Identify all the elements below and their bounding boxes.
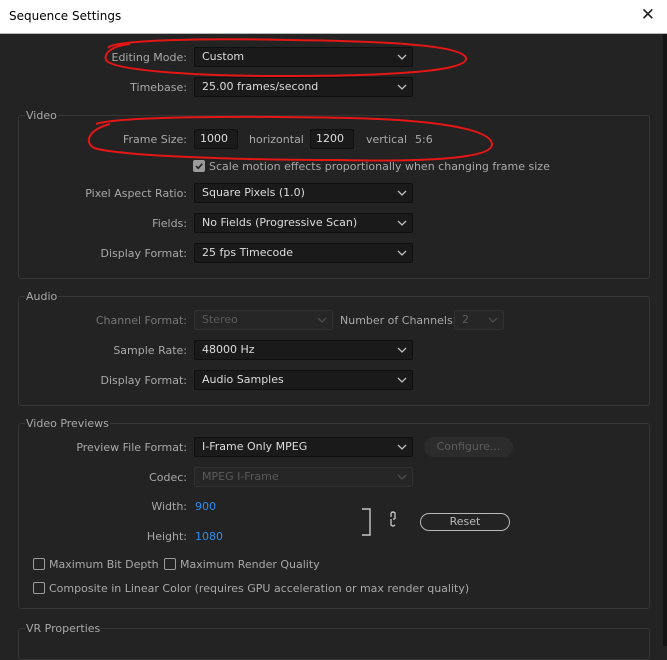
chevron-down-icon — [395, 48, 409, 66]
video-section-title: Video — [25, 109, 58, 122]
editing-mode-value: Custom — [202, 50, 245, 63]
fields-label: Fields: — [152, 217, 187, 230]
link-icon[interactable] — [387, 510, 399, 528]
chevron-down-icon — [395, 214, 409, 232]
sample-rate-value: 48000 Hz — [202, 343, 255, 356]
fields-value: No Fields (Progressive Scan) — [202, 216, 358, 229]
chevron-down-icon — [486, 311, 500, 329]
audio-display-format-label: Display Format: — [100, 374, 187, 387]
horizontal-label: horizontal — [249, 133, 304, 146]
number-of-channels-value: 2 — [462, 313, 469, 326]
preview-file-format-label: Preview File Format: — [76, 441, 187, 454]
linear-color-checkbox[interactable] — [33, 582, 45, 594]
close-icon[interactable]: ✕ — [641, 5, 655, 25]
codec-dropdown[interactable]: MPEG I-Frame — [194, 467, 413, 487]
codec-label: Codec: — [149, 471, 187, 484]
configure-button[interactable]: Configure... — [424, 437, 513, 457]
preview-width-value[interactable]: 900 — [195, 500, 216, 513]
max-render-quality-label: Maximum Render Quality — [180, 558, 320, 571]
window-edge — [663, 34, 667, 646]
reset-button[interactable]: Reset — [420, 513, 510, 531]
bracket-icon — [362, 508, 371, 536]
scale-motion-label: Scale motion effects proportionally when… — [209, 160, 550, 173]
preview-height-value[interactable]: 1080 — [195, 530, 223, 543]
channel-format-label: Channel Format: — [95, 314, 187, 327]
frame-width-input[interactable]: 1000 — [194, 129, 238, 149]
audio-display-format-value: Audio Samples — [202, 373, 284, 386]
preview-height-label: Height: — [146, 530, 187, 543]
frame-size-label: Frame Size: — [122, 133, 187, 146]
timebase-value: 25.00 frames/second — [202, 80, 319, 93]
video-display-format-dropdown[interactable]: 25 fps Timecode — [194, 243, 413, 263]
pixel-aspect-ratio-value: Square Pixels (1.0) — [202, 186, 305, 199]
video-display-format-label: Display Format: — [100, 247, 187, 260]
number-of-channels-dropdown[interactable]: 2 — [454, 310, 504, 330]
chevron-down-icon — [395, 244, 409, 262]
editing-mode-dropdown[interactable]: Custom — [194, 47, 413, 67]
chevron-down-icon — [395, 78, 409, 96]
video-previews-section-title: Video Previews — [25, 417, 110, 430]
preview-file-format-value: I-Frame Only MPEG — [202, 440, 308, 453]
channel-format-value: Stereo — [202, 313, 238, 326]
chevron-down-icon — [395, 371, 409, 389]
chevron-down-icon — [315, 311, 329, 329]
sample-rate-dropdown[interactable]: 48000 Hz — [194, 340, 413, 360]
vertical-label: vertical — [366, 133, 408, 146]
max-bit-depth-label: Maximum Bit Depth — [49, 558, 159, 571]
chevron-down-icon — [395, 341, 409, 359]
channel-format-dropdown[interactable]: Stereo — [194, 310, 333, 330]
audio-section-title: Audio — [25, 290, 59, 303]
editing-mode-label: Editing Mode: — [111, 51, 188, 64]
video-display-format-value: 25 fps Timecode — [202, 246, 294, 259]
vr-properties-section-title: VR Properties — [25, 622, 102, 635]
preview-file-format-dropdown[interactable]: I-Frame Only MPEG — [194, 437, 413, 457]
number-of-channels-label: Number of Channels: — [340, 314, 457, 327]
frame-height-input[interactable]: 1200 — [310, 129, 354, 149]
scale-motion-checkbox[interactable] — [193, 160, 205, 172]
timebase-label: Timebase: — [130, 81, 187, 94]
preview-width-label: Width: — [151, 500, 187, 513]
window-title: Sequence Settings — [9, 9, 122, 23]
audio-display-format-dropdown[interactable]: Audio Samples — [194, 370, 413, 390]
pixel-aspect-ratio-dropdown[interactable]: Square Pixels (1.0) — [194, 183, 413, 203]
fields-dropdown[interactable]: No Fields (Progressive Scan) — [194, 213, 413, 233]
vr-properties-section — [18, 628, 650, 660]
chevron-down-icon — [395, 184, 409, 202]
max-render-quality-checkbox[interactable] — [164, 558, 176, 570]
aspect-ratio-readout: 5:6 — [415, 133, 433, 146]
timebase-dropdown[interactable]: 25.00 frames/second — [194, 77, 413, 97]
sample-rate-label: Sample Rate: — [113, 344, 187, 357]
chevron-down-icon — [395, 438, 409, 456]
chevron-down-icon — [395, 468, 409, 486]
linear-color-label: Composite in Linear Color (requires GPU … — [49, 582, 470, 595]
checkmark-icon — [195, 163, 203, 170]
title-bar: Sequence Settings ✕ — [0, 0, 667, 34]
max-bit-depth-checkbox[interactable] — [33, 558, 45, 570]
pixel-aspect-ratio-label: Pixel Aspect Ratio: — [85, 187, 187, 200]
codec-value: MPEG I-Frame — [202, 470, 279, 483]
